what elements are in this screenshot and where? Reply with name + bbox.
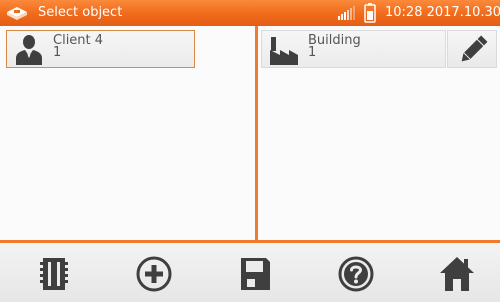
add-icon — [136, 256, 172, 292]
bottom-toolbar — [0, 240, 500, 302]
home-button[interactable] — [437, 254, 477, 294]
list-item-building[interactable]: Building 1 — [261, 30, 446, 68]
save-icon — [241, 258, 270, 290]
list-item-client[interactable]: Client 4 1 — [6, 30, 195, 68]
help-button[interactable] — [336, 254, 376, 294]
person-icon — [16, 35, 42, 65]
signal-icon — [338, 6, 355, 20]
add-button[interactable] — [134, 254, 174, 294]
memory-card-icon — [40, 258, 68, 290]
memory-card-button[interactable] — [34, 254, 74, 294]
save-button[interactable] — [235, 254, 275, 294]
item-count: 1 — [53, 45, 62, 60]
help-icon — [338, 256, 374, 292]
home-icon — [440, 257, 474, 291]
factory-icon — [270, 37, 298, 65]
right-panel: Building 1 — [258, 26, 500, 240]
pencil-icon — [461, 35, 488, 62]
left-panel: Client 4 1 — [0, 26, 255, 240]
screen: Select object 10:28 2017.10.30 Client 4 … — [0, 0, 500, 302]
title-bar: Select object 10:28 2017.10.30 — [0, 0, 500, 26]
edit-button[interactable] — [447, 30, 497, 68]
clock: 10:28 2017.10.30 — [385, 5, 500, 20]
item-count: 1 — [308, 45, 317, 60]
page-title: Select object — [38, 5, 123, 20]
battery-icon — [364, 3, 376, 23]
meter-icon — [7, 7, 27, 20]
